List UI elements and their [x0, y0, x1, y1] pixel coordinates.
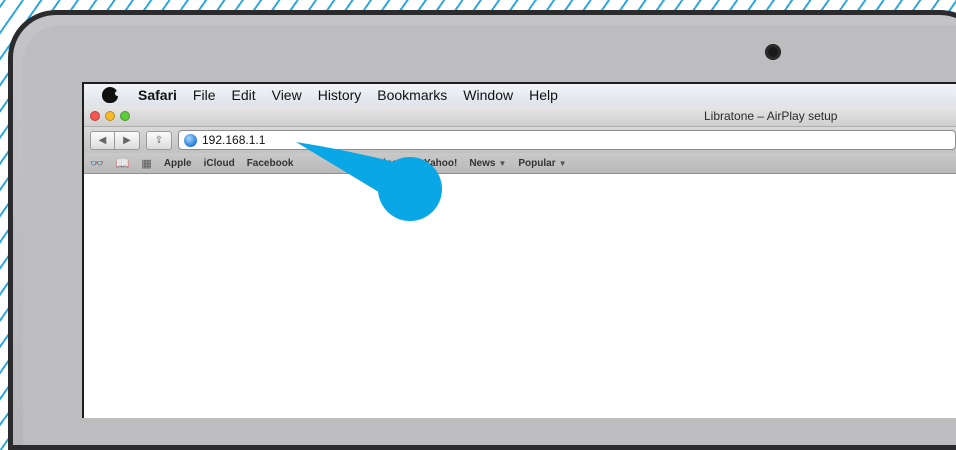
forward-button[interactable]: ▶	[115, 130, 140, 150]
window-titlebar: Libratone – AirPlay setup	[84, 106, 956, 127]
nav-buttons: ◀ ▶	[90, 130, 140, 150]
bookmark-wikipedia[interactable]: Wikipedia	[365, 158, 412, 169]
traffic-lights	[84, 111, 130, 121]
screen: Safari File Edit View History Bookmarks …	[82, 82, 956, 418]
bookmark-label: Facebook	[246, 157, 294, 169]
bookmark-icloud[interactable]: iCloud	[204, 158, 235, 169]
menu-app-safari[interactable]: Safari	[138, 87, 177, 103]
menu-history[interactable]: History	[318, 87, 362, 103]
menu-edit[interactable]: Edit	[231, 87, 255, 103]
apple-logo-icon[interactable]	[102, 87, 120, 103]
webcam	[765, 44, 781, 60]
dropdown-arrow-icon: ▼	[498, 158, 507, 168]
bookmark-yahoo[interactable]: Yahoo!	[424, 158, 457, 169]
forward-arrow-icon: ▶	[123, 134, 131, 146]
menu-help[interactable]: Help	[529, 87, 558, 103]
menu-file[interactable]: File	[193, 87, 216, 103]
close-window-button[interactable]	[90, 111, 100, 121]
share-button[interactable]: ⇪	[146, 130, 172, 150]
bookmark-label: Wikipedia	[365, 157, 412, 169]
bookmark-news[interactable]: News ▼	[469, 158, 506, 169]
menu-view[interactable]: View	[272, 87, 302, 103]
zoom-window-button[interactable]	[120, 111, 130, 121]
bookmarks-bar: 👓 📖 ▦ Apple iCloud Facebook Wikipedia Ya…	[84, 153, 956, 174]
bookmark-popular[interactable]: Popular ▼	[518, 158, 566, 169]
bookmarks-book-icon[interactable]: 📖	[116, 157, 130, 170]
share-icon: ⇪	[154, 134, 164, 146]
back-button[interactable]: ◀	[90, 130, 115, 150]
browser-toolbar: ◀ ▶ ⇪ 192.168.1.1	[84, 127, 956, 153]
reading-list-icon[interactable]: 👓	[90, 157, 104, 170]
menu-bookmarks[interactable]: Bookmarks	[377, 87, 447, 103]
dropdown-arrow-icon: ▼	[558, 158, 567, 168]
address-bar-url: 192.168.1.1	[202, 133, 266, 147]
globe-icon	[184, 133, 197, 147]
bookmark-apple[interactable]: Apple	[164, 158, 192, 169]
bookmark-label: Popular	[518, 157, 556, 169]
back-arrow-icon: ◀	[98, 134, 107, 146]
top-sites-grid-icon[interactable]: ▦	[141, 157, 151, 170]
address-bar[interactable]: 192.168.1.1	[178, 130, 956, 150]
minimize-window-button[interactable]	[105, 111, 115, 121]
bookmark-label: iCloud	[203, 157, 235, 169]
bookmark-label: News	[469, 157, 496, 169]
bookmark-label: Yahoo!	[423, 157, 458, 169]
window-title: Libratone – AirPlay setup	[704, 109, 838, 123]
menu-window[interactable]: Window	[463, 87, 513, 103]
bookmark-label: Apple	[163, 157, 192, 169]
bookmark-facebook[interactable]: Facebook	[247, 158, 294, 169]
menu-bar: Safari File Edit View History Bookmarks …	[84, 84, 956, 106]
